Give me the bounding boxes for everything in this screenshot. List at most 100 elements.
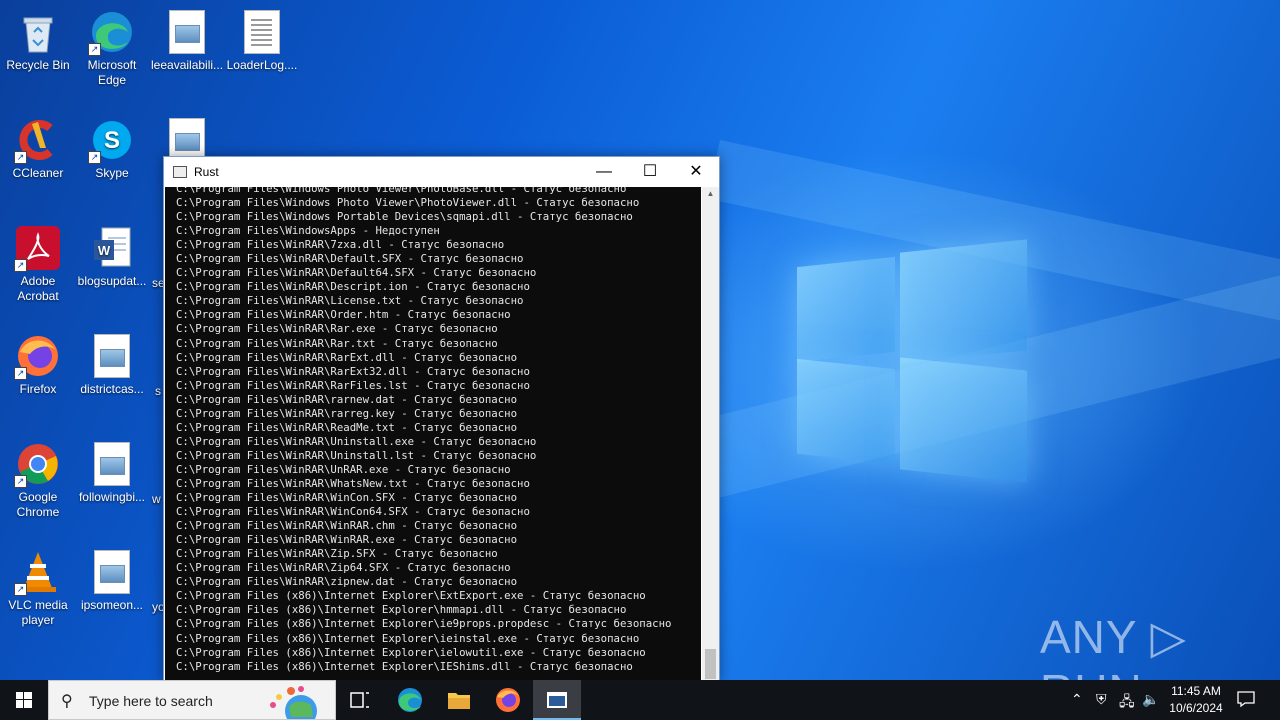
desktop-icon-skype[interactable]: S ↗ Skype <box>74 112 150 181</box>
image-file-icon <box>90 334 134 378</box>
clock-date: 10/6/2024 <box>1169 701 1223 715</box>
taskbar-search-box[interactable]: ⚲ Type here to search <box>48 680 336 720</box>
console-line: C:\Program Files\WinRAR\Descript.ion - С… <box>176 280 530 294</box>
windows-logo-pane <box>797 256 895 363</box>
close-icon: ✕ <box>689 163 703 180</box>
console-line: C:\Program Files\WinRAR\WinRAR.exe - Ста… <box>176 533 518 547</box>
shortcut-arrow-icon: ↗ <box>14 259 27 272</box>
notification-icon <box>1237 691 1255 708</box>
image-file-icon <box>90 442 134 486</box>
chrome-icon: ↗ <box>14 442 60 488</box>
anyrun-watermark: ANY ▷ RUN <box>1040 611 1187 680</box>
shortcut-arrow-icon: ↗ <box>14 151 27 164</box>
desktop-icon-firefox[interactable]: ↗ Firefox <box>0 328 76 397</box>
text-file-icon <box>240 10 284 54</box>
minimize-button[interactable]: — <box>581 157 627 187</box>
firefox-icon: ↗ <box>14 334 60 380</box>
console-line: C:\Program Files\WinRAR\RarExt.dll - Ста… <box>176 350 518 364</box>
taskbar-clock[interactable]: 11:45 AM 10/6/2024 <box>1160 683 1232 717</box>
maximize-button[interactable]: ☐ <box>627 157 673 187</box>
desktop-icon-label: ipsomeon... <box>80 598 144 612</box>
desktop-icon-loaderlog[interactable]: LoaderLog.... <box>224 4 300 73</box>
shortcut-arrow-icon: ↗ <box>14 367 27 380</box>
scrollbar-thumb[interactable] <box>705 649 716 679</box>
partial-icon-label: s <box>155 384 161 398</box>
console-line: C:\Program Files\WinRAR\zipnew.dat - Ста… <box>176 575 518 589</box>
desktop-icon-adobe-acrobat[interactable]: ↗ Adobe Acrobat <box>0 220 76 304</box>
console-line: C:\Program Files\Windows Photo Viewer\Ph… <box>176 196 640 210</box>
desktop-icon-ipsomeon[interactable]: ipsomeon... <box>74 544 150 613</box>
start-button[interactable] <box>0 680 48 720</box>
console-app-icon <box>173 166 187 178</box>
console-line: C:\Program Files\Windows Photo Viewer\Ph… <box>176 187 627 195</box>
volume-icon[interactable]: 🔈 <box>1142 691 1159 708</box>
desktop-icon-label: LoaderLog.... <box>226 58 298 72</box>
window-title: Rust <box>194 165 219 179</box>
taskbar-firefox[interactable] <box>484 680 532 720</box>
task-view-icon <box>350 692 369 708</box>
desktop-icon-label: Microsoft Edge <box>87 58 137 87</box>
console-line: C:\Program Files\WinRAR\Rar.exe - Статус… <box>176 322 498 336</box>
console-line: C:\Program Files\WinRAR\WinRAR.chm - Ста… <box>176 519 518 533</box>
console-line: C:\Program Files\WinRAR\Default64.SFX - … <box>176 266 537 280</box>
taskbar-file-explorer[interactable] <box>435 680 483 720</box>
network-icon[interactable]: 🖧 <box>1119 691 1135 715</box>
console-line: C:\Program Files (x86)\Internet Explorer… <box>176 631 640 645</box>
desktop-icon-ccleaner[interactable]: ↗ CCleaner <box>0 112 76 181</box>
minimize-icon: — <box>596 163 612 180</box>
console-line: C:\Program Files\WinRAR\License.txt - Ст… <box>176 294 524 308</box>
console-line: C:\Program Files\WinRAR\UnRAR.exe - Стат… <box>176 462 511 476</box>
console-output[interactable]: C:\Program Files\Windows Photo Viewer\Ph… <box>165 187 701 680</box>
desktop-icon-microsoft-edge[interactable]: ↗ Microsoft Edge <box>74 4 150 88</box>
desktop-icon-vlc[interactable]: ↗ VLC media player <box>0 544 76 628</box>
ccleaner-icon: ↗ <box>14 118 60 164</box>
desktop-icon-recycle-bin[interactable]: Recycle Bin <box>0 4 76 73</box>
console-line: C:\Program Files\WinRAR\WinCon64.SFX - С… <box>176 505 530 519</box>
folder-icon <box>448 693 470 709</box>
vertical-scrollbar[interactable]: ▲ <box>702 187 719 680</box>
desktop-icon-leeavailabili[interactable]: leeavailabili... <box>149 4 225 73</box>
console-line: C:\Program Files\Windows Portable Device… <box>176 210 633 224</box>
console-line: C:\Program Files\WindowsApps - Недоступе… <box>176 224 440 238</box>
notification-center-button[interactable] <box>1236 690 1256 708</box>
console-line: C:\Program Files (x86)\Internet Explorer… <box>176 589 646 603</box>
taskbar-edge[interactable] <box>386 680 434 720</box>
taskbar: ⚲ Type here to search ⌃ ⛨ 🖧 🔈 11:45 AM 1… <box>0 680 1280 720</box>
console-line: C:\Program Files\WinRAR\rarnew.dat - Ста… <box>176 392 518 406</box>
taskbar-rust-console[interactable] <box>533 680 581 720</box>
shortcut-arrow-icon: ↗ <box>88 151 101 164</box>
desktop-icon-label: Firefox <box>19 382 57 396</box>
desktop-icon-label: blogsupdat... <box>77 274 147 288</box>
console-window[interactable]: Rust — ☐ ✕ C:\Program Files\Windows Phot… <box>163 156 720 680</box>
window-titlebar[interactable]: Rust — ☐ ✕ <box>164 157 719 187</box>
image-file-icon <box>90 550 134 594</box>
close-button[interactable]: ✕ <box>673 157 719 187</box>
desktop-icon-districtcas[interactable]: districtcas... <box>74 328 150 397</box>
taskbar-task-view[interactable] <box>336 680 384 720</box>
chevron-up-icon[interactable]: ⌃ <box>1071 691 1083 708</box>
desktop-icon-blogsupdat[interactable]: W blogsupdat... <box>74 220 150 289</box>
windows-start-icon <box>16 692 32 708</box>
console-line: C:\Program Files\WinRAR\Order.htm - Стат… <box>176 308 511 322</box>
defender-icon[interactable]: ⛨ <box>1096 691 1107 708</box>
console-line: C:\Program Files\WinRAR\Uninstall.exe - … <box>176 434 537 448</box>
console-line: C:\Program Files\WinRAR\Uninstall.lst - … <box>176 448 537 462</box>
word-document-icon: W <box>90 226 134 270</box>
console-line: C:\Program Files\WinRAR\rarreg.key - Ста… <box>176 406 518 420</box>
firefox-icon <box>496 688 520 712</box>
partial-icon-label: w <box>152 492 161 506</box>
console-line: C:\Program Files\WinRAR\Rar.txt - Статус… <box>176 336 498 350</box>
console-text: C:\Program Files\Windows Photo Viewer\Ph… <box>165 187 701 674</box>
desktop-icon-followingbi[interactable]: followingbi... <box>74 436 150 505</box>
console-line: C:\Program Files\WinRAR\RarFiles.lst - С… <box>176 378 530 392</box>
desktop-icon-label: districtcas... <box>80 382 144 396</box>
clock-time: 11:45 AM <box>1171 684 1221 698</box>
image-file-icon <box>165 10 209 54</box>
console-line: C:\Program Files\WinRAR\7zxa.dll - Стату… <box>176 238 505 252</box>
console-line: C:\Program Files\WinRAR\WhatsNew.txt - С… <box>176 476 530 490</box>
desktop-icon-google-chrome[interactable]: ↗ Google Chrome <box>0 436 76 520</box>
scroll-up-icon[interactable]: ▲ <box>702 189 719 198</box>
desktop[interactable]: Recycle Bin ↗ CCleaner ↗ Adobe Acrobat ↗… <box>0 0 1280 680</box>
search-icon: ⚲ <box>61 693 73 710</box>
desktop-icon-label: Google Chrome <box>16 490 60 519</box>
